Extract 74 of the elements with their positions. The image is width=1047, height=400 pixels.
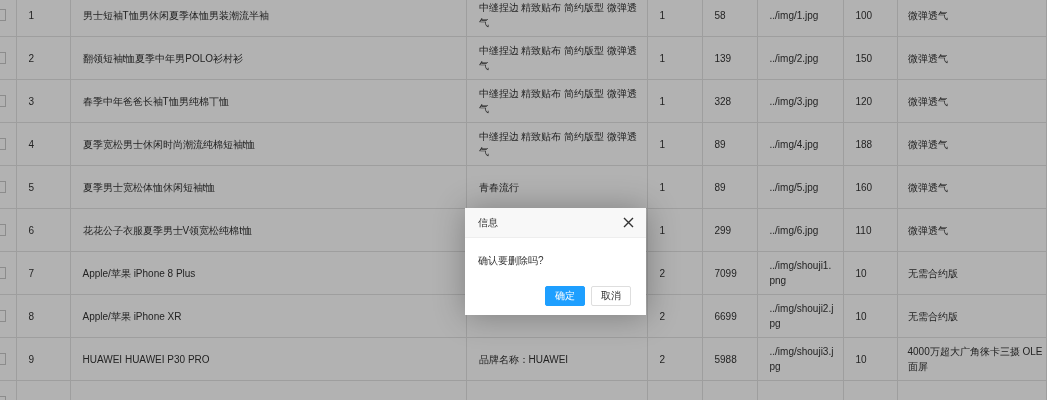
image-path: ../img/shouji2.jpg — [769, 302, 835, 331]
category-value: 2 — [659, 353, 666, 365]
feature-text: 微弹透气 — [907, 180, 949, 195]
product-description: 中缝捏边 精致贴布 简约版型 微弹透气 — [478, 45, 637, 71]
dialog-message: 确认要删除吗? — [477, 254, 545, 268]
product-name: HUAWEI HUAWEI P30 PRO — [82, 353, 210, 365]
feature-text: 无需合约版 — [907, 266, 959, 281]
price-value: 89 — [714, 181, 726, 193]
row-index: 5 — [28, 181, 35, 193]
stock-value: 110 — [855, 224, 872, 236]
row-index: 4 — [28, 138, 35, 150]
feature-text: 4000万超大广角徕卡三摄 OLE — [907, 345, 1044, 359]
row-index: 8 — [28, 310, 35, 322]
image-path: ../img/6.jpg — [769, 223, 820, 238]
image-path: ../img/shouji1.png — [769, 259, 833, 288]
feature-text: 微弹透气 — [907, 223, 949, 238]
stock-value: 160 — [855, 181, 873, 193]
row-index: 2 — [28, 52, 35, 64]
category-value: 2 — [659, 310, 666, 322]
category-value: 1 — [659, 224, 666, 236]
stock-value: 188 — [855, 138, 873, 150]
category-value: 2 — [659, 267, 666, 279]
product-name: 花花公子衣服夏季男士V领宽松纯棉t恤 — [82, 224, 252, 236]
feature-text: 微弹透气 — [907, 8, 949, 23]
stock-value: 100 — [855, 9, 873, 21]
product-name: Apple/苹果 iPhone XR — [82, 310, 182, 322]
image-path: ../img/shouji3.jpg — [769, 345, 835, 374]
category-value: 1 — [659, 95, 666, 107]
price-value: 328 — [714, 95, 732, 107]
product-name: 翻领短袖t恤夏季中年男POLO衫村衫 — [82, 52, 244, 64]
stock-value: 10 — [855, 310, 867, 322]
product-description: 青春流行 — [478, 181, 519, 193]
row-index: 1 — [28, 9, 35, 21]
price-value: 89 — [714, 138, 726, 150]
category-value: 1 — [659, 52, 666, 64]
cancel-button[interactable]: 取消 — [591, 286, 631, 306]
category-value: 1 — [659, 9, 666, 21]
close-icon[interactable] — [623, 217, 634, 228]
product-name: 春季中年爸爸长袖T恤男纯棉丅恤 — [82, 95, 229, 107]
image-path: ../img/3.jpg — [769, 94, 820, 109]
row-index: 7 — [28, 267, 35, 279]
product-name: 夏季男士宽松体恤休闲短袖t恤 — [82, 181, 216, 193]
stock-value: 10 — [855, 267, 867, 279]
image-path: ../img/5.jpg — [769, 180, 820, 195]
row-index: 9 — [28, 353, 35, 365]
product-name: 男士短袖T恤男休闲夏季体恤男装潮流半袖 — [82, 9, 269, 21]
feature-text: 无需合约版 — [907, 309, 959, 324]
price-value: 6699 — [714, 310, 737, 322]
row-index: 6 — [28, 224, 35, 236]
price-value: 58 — [714, 9, 726, 21]
feature-text: 微弹透气 — [907, 94, 949, 109]
image-path: ../img/1.jpg — [769, 8, 820, 23]
product-description: 中缝捏边 精致贴布 简约版型 微弹透气 — [478, 131, 637, 157]
product-description: 中缝捏边 精致贴布 简约版型 微弹透气 — [478, 88, 637, 114]
category-value: 1 — [659, 138, 666, 150]
feature-text: 面屏 — [907, 360, 929, 374]
product-description: 中缝捏边 精致贴布 简约版型 微弹透气 — [478, 2, 637, 28]
stock-value: 150 — [855, 52, 873, 64]
product-name: Apple/苹果 iPhone 8 Plus — [82, 267, 196, 279]
feature-text: 微弹透气 — [907, 51, 949, 66]
price-value: 7099 — [714, 267, 737, 279]
stock-value: 120 — [855, 95, 873, 107]
stock-value: 10 — [855, 353, 867, 365]
product-description: 品牌名称：HUAWEI — [478, 353, 569, 365]
price-value: 5988 — [714, 353, 737, 365]
image-path: ../img/4.jpg — [769, 137, 820, 152]
feature-text: 微弹透气 — [907, 137, 949, 152]
price-value: 139 — [714, 52, 732, 64]
category-value: 1 — [659, 181, 666, 193]
row-index: 3 — [28, 95, 35, 107]
image-path: ../img/2.jpg — [769, 51, 820, 66]
dialog-title: 信息 — [478, 215, 498, 230]
price-value: 299 — [714, 224, 732, 236]
product-name: 夏季宽松男士休闲时尚潮流纯棉短袖t恤 — [82, 138, 256, 150]
